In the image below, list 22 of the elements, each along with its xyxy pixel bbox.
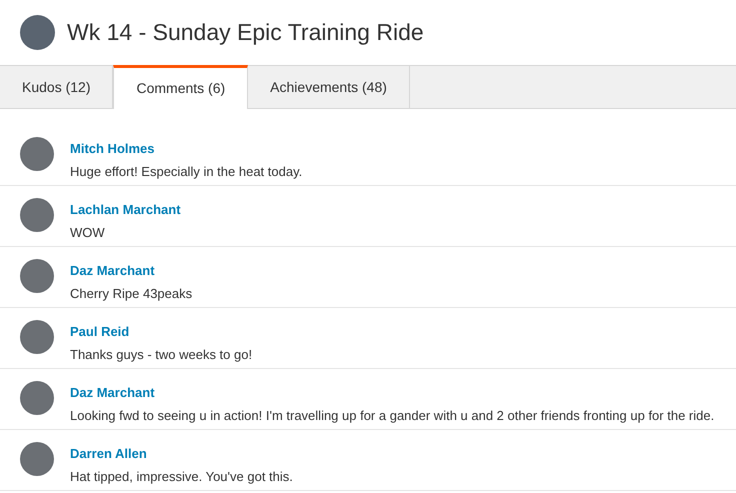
comment-text: Cherry Ripe 43peaks [70, 284, 192, 303]
commenter-name[interactable]: Daz Marchant [70, 261, 192, 280]
comment-text: Huge effort! Especially in the heat today. [70, 162, 302, 181]
comment-text: WOW [70, 224, 106, 242]
avatar-placeholder [20, 15, 55, 50]
commenter-name[interactable]: Darren Allen [70, 444, 293, 464]
commenter-name[interactable]: Mitch Holmes [70, 139, 302, 158]
avatar-placeholder [20, 381, 54, 415]
comment-text: Thanks guys - two weeks to go! [70, 346, 252, 364]
commenter-name[interactable]: Daz Marchant [70, 383, 714, 402]
avatar-placeholder [20, 137, 54, 171]
avatar-placeholder [20, 442, 54, 476]
avatar-placeholder [20, 259, 54, 293]
tab[interactable]: Achievements (48) [248, 66, 410, 109]
activity-title: Wk 14 - Sunday Epic Training Ride [67, 18, 424, 48]
commenter-name[interactable]: Paul Reid [70, 322, 252, 342]
commenter-name[interactable]: Lachlan Marchant [70, 200, 181, 220]
avatar-placeholder [20, 198, 54, 232]
tab[interactable]: Comments (6) [113, 65, 248, 109]
comment-text: Hat tipped, impressive. You've got this. [70, 468, 293, 486]
avatar-placeholder [20, 320, 54, 354]
comment-text: Looking fwd to seeing u in action! I'm travelling up for a gander with u and 2 other friends fronting up for the ride. [70, 406, 714, 425]
